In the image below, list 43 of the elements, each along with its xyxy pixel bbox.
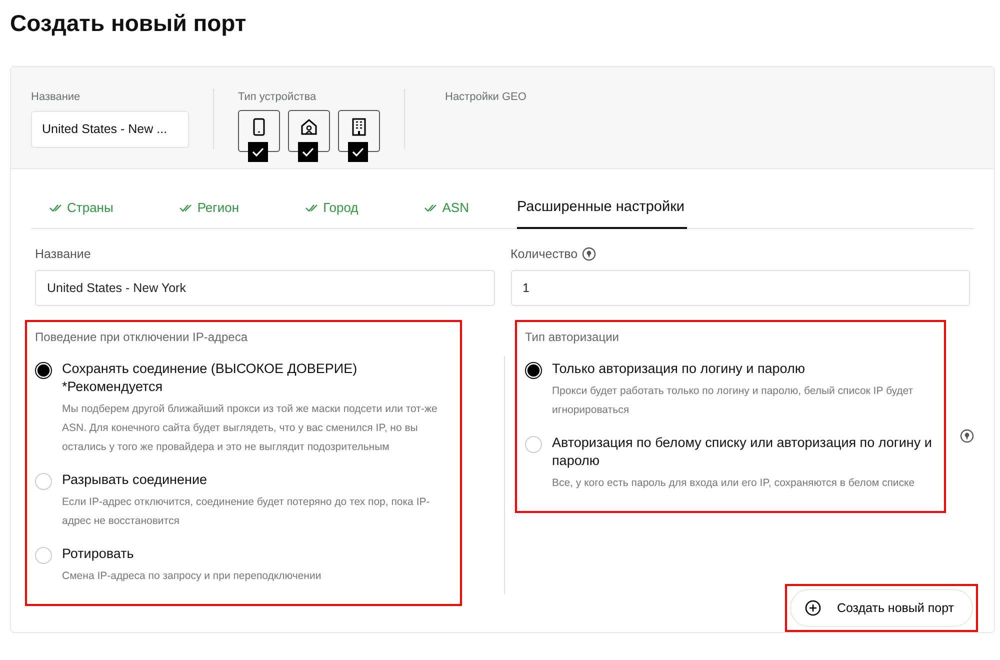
section-title: Тип авторизации (525, 328, 620, 346)
field-label: Название (35, 246, 91, 263)
section-title: Поведение при отключении IP-адреса (35, 328, 249, 346)
check-icon (251, 146, 265, 158)
radio-button[interactable] (525, 362, 542, 378)
phone-icon (252, 118, 266, 136)
option-label: Только авторизация по логину и паролю (552, 360, 806, 378)
checkbox[interactable] (298, 142, 318, 162)
field-label: Название (31, 90, 82, 105)
device-type-toggle[interactable] (288, 110, 330, 152)
option-label: Разрывать соединение (62, 470, 208, 488)
create-port-button[interactable]: Создать новый порт (790, 588, 973, 628)
check-icon (351, 146, 365, 158)
device-type-toggle[interactable] (238, 110, 280, 152)
option-label: Ротировать (62, 544, 135, 562)
field-label: Количество (510, 246, 578, 263)
text-field[interactable]: 1 (510, 270, 970, 306)
tab[interactable]: ASN (406, 189, 469, 229)
check-icon (301, 146, 315, 158)
plus-icon (804, 600, 821, 616)
name-field[interactable]: United States - New ... (31, 110, 189, 148)
tab[interactable]: Расширенные настройки (516, 189, 687, 229)
tab[interactable]: Город (287, 189, 358, 229)
option-label: Авторизация по белому списку или авторизация по логину и паролю (552, 434, 933, 470)
tab[interactable]: Регион (161, 189, 240, 229)
option-description: Мы подберем другой ближайший прокси из той же маски подсети или тот-же ASN. Для конечного сайта будет выглядеть, что у вас сменился IP, но вы остались у того же провайдера и это не выглядит подозрительным (62, 402, 438, 454)
page-title: Создать новый порт (10, 9, 248, 38)
option-label: Сохранять соединение (ВЫСОКОЕ ДОВЕРИЕ) *Рекомендуется (62, 360, 358, 396)
checkbox[interactable] (248, 142, 268, 162)
option-description: Смена IP-адреса по запросу и при переподключении (62, 568, 322, 584)
option-description: Прокси будет работать только по логину и паролю, белый список IP будет игнорироваться (552, 384, 914, 418)
device-type-toggle[interactable] (338, 110, 380, 152)
tab[interactable]: Страны (31, 189, 114, 229)
help-icon (960, 429, 974, 444)
radio-button[interactable] (35, 362, 52, 378)
building-icon (351, 118, 367, 136)
option-description: Если IP-адрес отключится, соединение будет потеряно до тех пор, пока IP-адрес не восстановится (62, 494, 431, 528)
house-icon (301, 118, 317, 134)
option-description: Все, у кого есть пароль для входа или его IP, сохраняются в белом списке (552, 476, 916, 490)
field-label: Настройки GEO (445, 90, 526, 105)
text-field[interactable]: United States - New York (35, 270, 494, 306)
field-label: Тип устройства (238, 90, 318, 105)
checkbox[interactable] (348, 142, 368, 162)
